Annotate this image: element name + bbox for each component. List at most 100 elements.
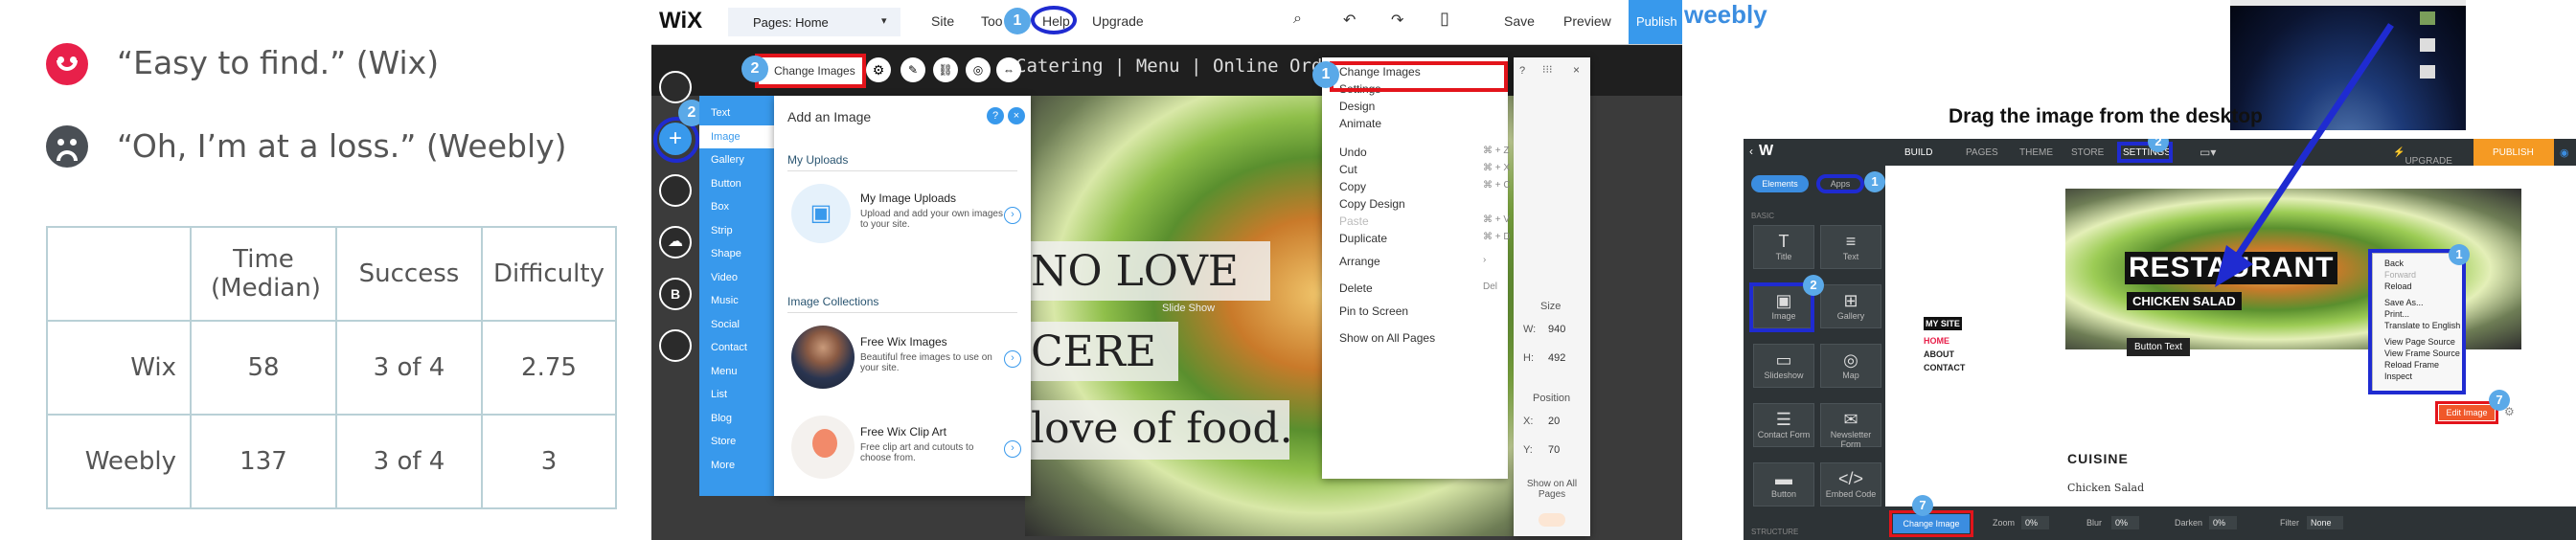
close-icon[interactable]: × bbox=[1573, 63, 1580, 77]
y-field[interactable]: 70 bbox=[1548, 444, 1560, 456]
table-row: Wix 58 3 of 4 2.75 bbox=[46, 320, 617, 416]
chevron-down-icon: ▾ bbox=[881, 15, 887, 27]
upload-image-icon[interactable]: ▣ bbox=[791, 184, 851, 243]
back-icon[interactable]: ‹ bbox=[1749, 145, 1753, 158]
drag-handle-icon[interactable]: ⁝⁝⁝ bbox=[1542, 63, 1553, 76]
animate-icon[interactable]: ◎ bbox=[966, 57, 991, 82]
context-menu-item[interactable]: Delete Del bbox=[1339, 281, 1497, 295]
clip-art-option[interactable]: Free Wix Clip Art Free clip art and cuto… bbox=[860, 425, 1004, 463]
preview-button[interactable]: Preview bbox=[1563, 13, 1611, 29]
save-button[interactable]: Save bbox=[1504, 13, 1535, 29]
filter-select[interactable]: None bbox=[2307, 516, 2343, 529]
menu-tools[interactable]: Too bbox=[981, 13, 1003, 29]
tab-theme[interactable]: THEME bbox=[2019, 147, 2053, 158]
tile-icon: ☰ bbox=[1775, 410, 1792, 429]
table-header-time: Time (Median) bbox=[190, 226, 337, 322]
elements-tab[interactable]: Elements bbox=[1751, 175, 1809, 192]
chevron-right-icon[interactable]: › bbox=[1004, 440, 1021, 458]
x-field[interactable]: 20 bbox=[1548, 416, 1560, 427]
table-row: Weebly 137 3 of 4 3 bbox=[46, 414, 617, 509]
nav-catering[interactable]: Catering bbox=[1015, 56, 1104, 77]
publish-button[interactable]: Publish bbox=[1629, 0, 1682, 44]
blog-icon[interactable]: B bbox=[659, 278, 692, 310]
tile-icon: ◎ bbox=[1843, 350, 1858, 370]
element-tile[interactable]: ▬ Button bbox=[1753, 462, 1814, 506]
pages-dropdown[interactable]: Pages: Home ▾ bbox=[728, 8, 900, 36]
context-menu-item[interactable]: Pin to Screen bbox=[1339, 304, 1408, 318]
element-tile[interactable]: ✉ Newsletter Form bbox=[1820, 403, 1881, 449]
help-icon[interactable]: ◉ bbox=[2560, 146, 2569, 159]
darken-select[interactable]: 0% bbox=[2209, 516, 2238, 529]
nav-menu[interactable]: Menu bbox=[1136, 56, 1180, 77]
element-tile[interactable]: ◎ Map bbox=[1820, 344, 1881, 388]
design-brush-icon[interactable]: ✎ bbox=[900, 57, 925, 82]
basic-label: BASIC bbox=[1751, 212, 1775, 220]
element-tile[interactable]: ≡ Text bbox=[1820, 225, 1881, 269]
nav-home[interactable]: HOME bbox=[1924, 334, 1965, 348]
context-menu-item[interactable]: Copy ⌘ + C bbox=[1339, 180, 1511, 193]
wix-logo: WiX bbox=[659, 8, 703, 34]
context-menu-item[interactable]: Paste ⌘ + V bbox=[1339, 214, 1510, 228]
show-all-pages-toggle[interactable] bbox=[1539, 513, 1565, 527]
app-market-icon[interactable] bbox=[659, 174, 692, 207]
apps-highlight bbox=[1816, 174, 1864, 193]
nav-contact[interactable]: CONTACT bbox=[1924, 361, 1965, 374]
my-uploads-option[interactable]: My Image Uploads Upload and add your own… bbox=[860, 191, 1004, 230]
context-menu-item[interactable]: Animate bbox=[1339, 117, 1381, 130]
element-tile[interactable]: T Title bbox=[1753, 225, 1814, 269]
tab-build[interactable]: BUILD bbox=[1904, 147, 1932, 158]
nav-about[interactable]: ABOUT bbox=[1924, 348, 1965, 361]
drag-arrow bbox=[2215, 23, 2394, 287]
chevron-right-icon[interactable]: › bbox=[1004, 350, 1021, 368]
context-menu-item[interactable]: Design bbox=[1339, 100, 1375, 113]
background-tool-icon[interactable] bbox=[659, 71, 692, 103]
hero-button[interactable]: Button Text bbox=[2127, 338, 2190, 356]
context-menu-item[interactable]: Duplicate ⌘ + D bbox=[1339, 232, 1511, 245]
site-title: MY SITE bbox=[1924, 317, 1962, 330]
publish-button[interactable]: PUBLISH bbox=[2473, 139, 2554, 166]
table-header-success: Success bbox=[335, 226, 483, 322]
panel-title: Add an Image bbox=[787, 109, 872, 124]
undo-icon[interactable]: ↶ bbox=[1343, 11, 1356, 30]
chat-icon[interactable] bbox=[659, 329, 692, 362]
results-table: Time (Median) Success Difficulty Wix 58 … bbox=[46, 226, 617, 509]
step-badge: 2 bbox=[1803, 275, 1824, 296]
chevron-right-icon[interactable]: › bbox=[1004, 207, 1021, 224]
blur-select[interactable]: 0% bbox=[2111, 516, 2140, 529]
context-menu-item[interactable]: Copy Design bbox=[1339, 197, 1405, 211]
stretch-icon[interactable]: ⇔ bbox=[996, 57, 1021, 82]
context-menu-item[interactable]: Show on All Pages bbox=[1339, 331, 1435, 345]
menu-site[interactable]: Site bbox=[931, 13, 954, 29]
wix-top-bar: WiX Pages: Home ▾ Site Too Help Upgrade … bbox=[651, 0, 1682, 45]
tab-pages[interactable]: PAGES bbox=[1966, 147, 1998, 158]
element-tile[interactable]: ☰ Contact Form bbox=[1753, 403, 1814, 447]
upload-cloud-icon[interactable]: ☁ bbox=[659, 226, 692, 259]
height-field[interactable]: 492 bbox=[1548, 352, 1565, 364]
help-icon[interactable]: ? bbox=[1519, 65, 1525, 77]
tile-icon: </> bbox=[1837, 469, 1864, 488]
tab-store[interactable]: STORE bbox=[2071, 147, 2104, 158]
context-menu-item[interactable]: Arrange › bbox=[1339, 255, 1486, 268]
zoom-icon[interactable]: ⌕ bbox=[1293, 11, 1302, 28]
darken-label: Darken bbox=[2175, 518, 2203, 528]
free-images-option[interactable]: Free Wix Images Beautiful free images to… bbox=[860, 335, 1004, 373]
width-field[interactable]: 940 bbox=[1548, 324, 1565, 335]
context-menu-item[interactable]: Cut ⌘ + X bbox=[1339, 163, 1510, 176]
element-tile[interactable]: </> Embed Code bbox=[1820, 462, 1881, 506]
redo-icon[interactable]: ↷ bbox=[1391, 11, 1403, 30]
structure-label: STRUCTURE bbox=[1751, 528, 1799, 536]
help-icon[interactable]: ? bbox=[987, 107, 1004, 124]
menu-upgrade[interactable]: Upgrade bbox=[1092, 13, 1144, 29]
zoom-select[interactable]: 0% bbox=[2021, 516, 2050, 529]
mobile-view-icon[interactable]: ▯ bbox=[1440, 9, 1449, 29]
context-menu-item[interactable]: Undo ⌘ + Z bbox=[1339, 146, 1510, 159]
close-icon[interactable]: × bbox=[1008, 107, 1025, 124]
element-tile[interactable]: ⊞ Gallery bbox=[1820, 284, 1881, 328]
element-tile[interactable]: ▭ Slideshow bbox=[1753, 344, 1814, 388]
flamingo-thumb[interactable] bbox=[791, 416, 855, 479]
size-label: Size bbox=[1540, 301, 1562, 312]
gear-icon[interactable]: ⚙ bbox=[2504, 405, 2515, 418]
link-icon[interactable]: ⛓ bbox=[933, 57, 958, 82]
settings-gear-icon[interactable]: ⚙ bbox=[866, 57, 891, 82]
free-images-thumb[interactable] bbox=[791, 326, 855, 389]
